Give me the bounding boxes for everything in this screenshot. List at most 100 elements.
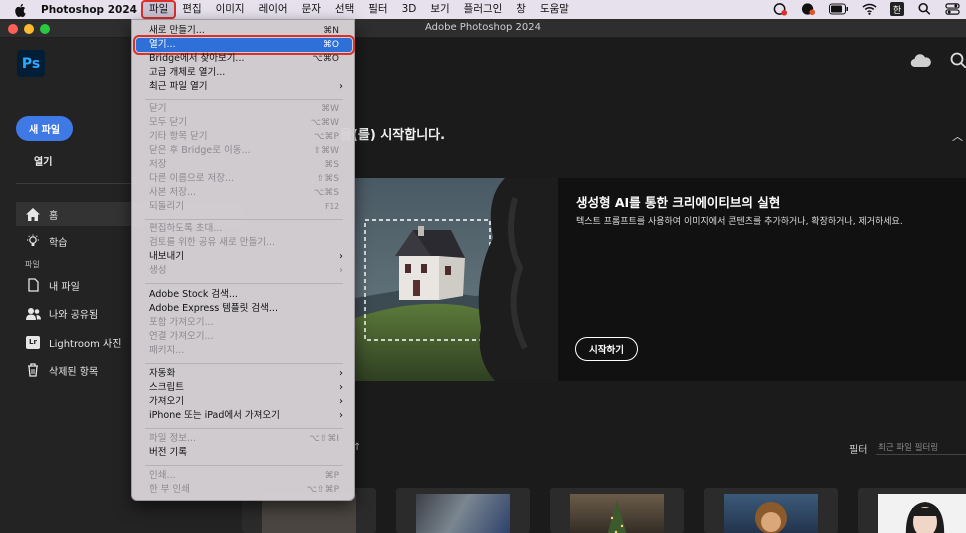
photoshop-logo: Ps <box>17 50 45 77</box>
open-button[interactable]: 열기 <box>34 153 52 168</box>
sidebar-item-label: 홈 <box>49 210 59 222</box>
collapse-chevron-icon[interactable]: ︿ <box>952 128 963 144</box>
home-icon <box>25 207 41 221</box>
app-menu-name[interactable]: Photoshop 2024 <box>41 4 137 16</box>
menu-edit[interactable]: 편집 <box>175 1 208 18</box>
menu-image[interactable]: 이미지 <box>209 1 252 18</box>
menu-item-automate[interactable]: 자동화 › <box>136 367 352 381</box>
menu-item-package: 패키지... <box>149 345 185 356</box>
control-center-icon[interactable] <box>945 2 960 16</box>
recent-file-thumbnail[interactable] <box>396 488 530 533</box>
menu-separator <box>145 428 343 429</box>
menu-item-search-adobe-express-templates[interactable]: Adobe Express 템플릿 검색... <box>136 302 352 316</box>
menu-plugins[interactable]: 플러그인 <box>457 1 510 18</box>
notification-icon[interactable] <box>801 2 816 16</box>
banner-description: 텍스트 프롬프트를 사용하여 이미지에서 콘텐츠를 추가하거나, 확장하거나, … <box>576 217 903 227</box>
menu-help[interactable]: 도움말 <box>533 1 576 18</box>
menu-select[interactable]: 선택 <box>328 1 361 18</box>
menu-item-open-recent[interactable]: 최근 파일 열기 › <box>136 80 352 94</box>
submenu-arrow-icon: › <box>339 396 343 407</box>
portrait-thumbnail-icon <box>755 502 787 533</box>
menu-item-place-linked: 연결 가져오기... <box>149 331 214 342</box>
status-area: 한 <box>773 2 960 16</box>
menu-separator <box>145 219 343 220</box>
recent-file-thumbnail[interactable] <box>550 488 684 533</box>
menu-item-share-for-review: 검토를 위한 공유 새로 만들기... <box>149 237 276 248</box>
banner-image <box>355 178 558 381</box>
submenu-arrow-icon: › <box>339 382 343 393</box>
battery-icon[interactable] <box>829 2 849 16</box>
menu-item-invite-to-edit: 편집하도록 초대... <box>149 223 223 234</box>
search-icon[interactable] <box>950 52 966 68</box>
menu-item-browse-in-bridge[interactable]: Bridge에서 찾아보기... ⌥⌘O <box>136 52 352 66</box>
house-on-cliff-illustration <box>355 178 558 381</box>
menu-item-print-one-copy: 한 부 인쇄 ⌥⇧⌘P <box>149 484 339 495</box>
apple-icon[interactable] <box>13 3 29 17</box>
search-icon[interactable] <box>917 2 932 16</box>
shared-users-icon <box>25 306 41 320</box>
menu-view[interactable]: 보기 <box>423 1 456 18</box>
menu-item-import[interactable]: 가져오기 › <box>136 395 352 409</box>
sidebar-item-label: 학습 <box>49 237 68 249</box>
menu-item-generate: 생성 › <box>149 265 343 276</box>
menu-item-print: 인쇄... ⌘P <box>149 470 339 481</box>
cloud-icon[interactable] <box>910 54 932 68</box>
creative-cloud-icon[interactable] <box>773 2 788 16</box>
menu-separator <box>145 99 343 100</box>
menu-item-save: 저장 ⌘S <box>149 159 339 170</box>
menu-item-revert: 되돌리기 F12 <box>149 201 339 212</box>
sidebar-item-label: 나와 공유됨 <box>49 309 99 321</box>
menu-3d[interactable]: 3D <box>395 1 424 18</box>
files-section-label: 파일 <box>25 260 40 269</box>
banner-title: 생성형 AI를 통한 크리에이티브의 실현 <box>576 195 781 210</box>
thumbnail-image <box>416 494 510 533</box>
thumbnail-image <box>724 494 818 533</box>
menu-item-open[interactable]: 열기... ⌘O <box>133 35 355 55</box>
tree-thumbnail-icon <box>607 500 627 533</box>
menu-item-save-as: 다른 이름으로 저장... ⇧⌘S <box>149 173 339 184</box>
menu-window[interactable]: 창 <box>509 1 533 18</box>
sidebar-item-label: 내 파일 <box>49 281 80 293</box>
menu-item-open-as-smart-object[interactable]: 고급 개체로 열기... <box>136 66 352 80</box>
menu-file[interactable]: 파일 <box>140 0 177 19</box>
new-file-button[interactable]: 새 파일 <box>16 116 73 141</box>
person-thumbnail-icon <box>905 502 945 533</box>
menu-layer[interactable]: 레이어 <box>252 1 295 18</box>
submenu-arrow-icon: › <box>339 251 343 262</box>
menu-item-scripts[interactable]: 스크립트 › <box>136 381 352 395</box>
banner-panel: 생성형 AI를 통한 크리에이티브의 실현 텍스트 프롬프트를 사용하여 이미지… <box>558 178 966 381</box>
start-button[interactable]: 시작하기 <box>575 337 638 361</box>
recent-files-filter-input[interactable]: 최근 파일 필터링 <box>876 439 966 455</box>
file-menu-dropdown: 새로 만들기... ⌘N 열기... ⌘O Bridge에서 찾아보기... ⌥⌘O … <box>131 19 355 501</box>
menu-separator <box>145 363 343 364</box>
thumbnail-image <box>878 494 966 533</box>
menu-item-place-embedded: 포함 가져오기... <box>149 317 214 328</box>
wifi-icon[interactable] <box>862 2 877 16</box>
menu-item-save-copy: 사본 저장... ⌥⌘S <box>149 187 339 198</box>
menu-item-search-adobe-stock[interactable]: Adobe Stock 검색... <box>136 288 352 302</box>
menu-item-close-and-go-to-bridge: 닫은 후 Bridge로 이동... ⇧⌘W <box>149 145 339 156</box>
trash-icon <box>25 363 41 377</box>
menu-item-new[interactable]: 새로 만들기... ⌘N <box>136 24 352 38</box>
recent-file-thumbnail[interactable] <box>704 488 838 533</box>
macos-menu-bar: Photoshop 2024 파일 편집 이미지 레이어 문자 선택 필터 3D… <box>0 0 966 19</box>
input-method-icon[interactable]: 한 <box>890 2 904 16</box>
menu-item-close-others: 기타 항목 닫기 ⌥⌘P <box>149 131 339 142</box>
submenu-arrow-icon: › <box>339 410 343 421</box>
menu-item-export[interactable]: 내보내기 › <box>136 250 352 264</box>
file-icon <box>25 278 41 292</box>
sidebar-item-label: 삭제된 항목 <box>49 366 99 378</box>
menu-item-file-info: 파일 정보... ⌥⇧⌘I <box>149 433 339 444</box>
menu-type[interactable]: 문자 <box>295 1 328 18</box>
submenu-arrow-icon: › <box>339 81 343 92</box>
recent-file-thumbnail[interactable] <box>858 488 966 533</box>
menu-item-close: 닫기 ⌘W <box>149 103 339 114</box>
menu-filter[interactable]: 필터 <box>361 1 394 18</box>
menu-item-close-all: 모두 닫기 ⌥⌘W <box>149 117 339 128</box>
lightroom-icon: Lr <box>25 335 41 349</box>
menu-item-import-from-iphone-ipad[interactable]: iPhone 또는 iPad에서 가져오기 › <box>136 409 352 423</box>
learn-bulb-icon <box>25 234 41 248</box>
menu-separator <box>145 283 343 284</box>
menu-separator <box>145 465 343 466</box>
menu-item-version-history[interactable]: 버전 기록 <box>136 446 352 460</box>
